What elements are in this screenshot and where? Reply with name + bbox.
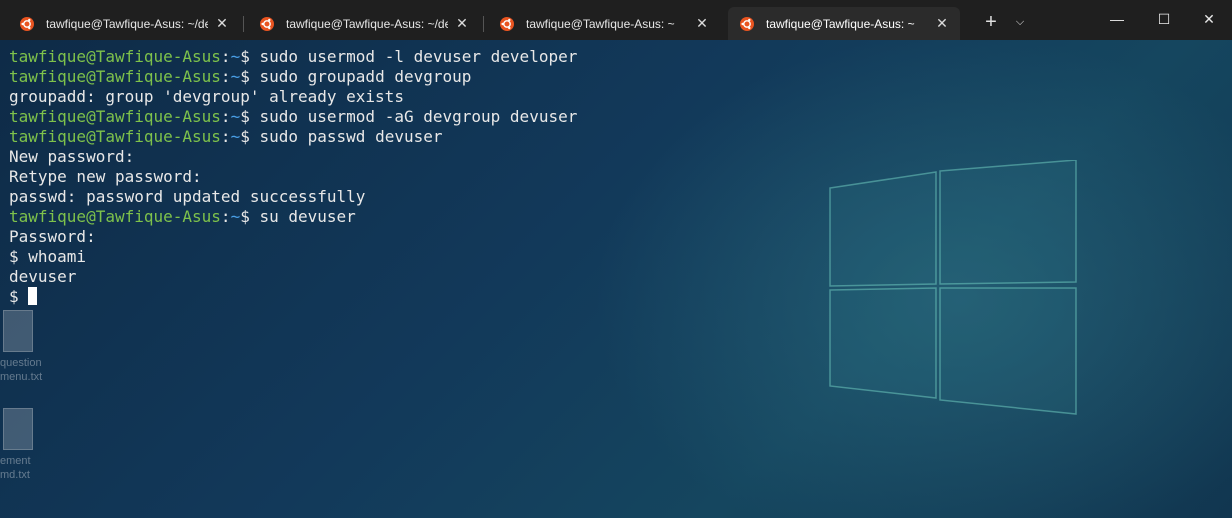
prompt-path: ~ <box>230 207 241 226</box>
terminal-output-line: Password: <box>9 227 577 247</box>
ubuntu-icon <box>260 16 274 31</box>
tab-title: tawfique@Tawfique-Asus: ~ <box>526 16 675 31</box>
terminal-output-line: groupadd: group 'devgroup' already exist… <box>9 87 577 107</box>
tab-1[interactable]: tawfique@Tawfique-Asus: ~/de ✕ <box>8 7 240 40</box>
terminal-command-line: tawfique@Tawfique-Asus:~$ sudo groupadd … <box>9 67 577 87</box>
new-tab-button[interactable]: + <box>978 10 1004 36</box>
command-text: sudo groupadd devgroup <box>259 67 472 86</box>
maximize-button[interactable]: ☐ <box>1141 0 1187 38</box>
prompt-symbol: $ <box>240 127 260 146</box>
prompt-colon: : <box>220 47 231 66</box>
tab-separator <box>483 16 484 32</box>
tab-bar: tawfique@Tawfique-Asus: ~/de ✕ tawfique@… <box>0 0 1232 40</box>
terminal-command-line: tawfique@Tawfique-Asus:~$ su devuser <box>9 207 577 227</box>
prompt-colon: : <box>220 67 231 86</box>
prompt-symbol: $ <box>240 107 260 126</box>
terminal-output-line: New password: <box>9 147 577 167</box>
prompt-colon: : <box>220 207 231 226</box>
prompt-path: ~ <box>230 47 241 66</box>
close-window-button[interactable]: ✕ <box>1186 0 1232 38</box>
prompt-symbol: $ <box>240 47 260 66</box>
text-cursor <box>28 287 38 305</box>
terminal-command-line: tawfique@Tawfique-Asus:~$ sudo usermod -… <box>9 107 577 127</box>
close-tab-icon[interactable]: ✕ <box>928 15 956 32</box>
prompt-symbol: $ <box>240 67 260 86</box>
terminal-command-line: tawfique@Tawfique-Asus:~$ sudo usermod -… <box>9 47 577 67</box>
terminal-output-line: $ <box>9 287 577 307</box>
tab-title: tawfique@Tawfique-Asus: ~/de <box>286 16 448 31</box>
tab-2[interactable]: tawfique@Tawfique-Asus: ~/de ✕ <box>248 7 480 40</box>
tab-title: tawfique@Tawfique-Asus: ~/de <box>46 16 208 31</box>
tab-title: tawfique@Tawfique-Asus: ~ <box>766 16 915 31</box>
terminal-pane[interactable]: tawfique@Tawfique-Asus:~$ sudo usermod -… <box>0 40 1232 518</box>
terminal-window: question menu.txt ement md.txt tawfique@… <box>0 0 1232 518</box>
prompt-user-host: tawfique@Tawfique-Asus <box>9 127 221 146</box>
output-text: passwd: password updated successfully <box>9 187 366 206</box>
output-text: devuser <box>9 267 77 286</box>
prompt-symbol: $ <box>240 207 260 226</box>
prompt-user-host: tawfique@Tawfique-Asus <box>9 67 221 86</box>
tab-4-active[interactable]: tawfique@Tawfique-Asus: ~ ✕ <box>728 7 960 40</box>
prompt-user-host: tawfique@Tawfique-Asus <box>9 207 221 226</box>
prompt-colon: : <box>220 127 231 146</box>
close-tab-icon[interactable]: ✕ <box>448 15 476 32</box>
output-text: $ whoami <box>9 247 87 266</box>
terminal-output-line: $ whoami <box>9 247 577 267</box>
output-text: New password: <box>9 147 135 166</box>
command-text: sudo usermod -aG devgroup devuser <box>259 107 578 126</box>
prompt-path: ~ <box>230 67 241 86</box>
tab-separator <box>243 16 244 32</box>
prompt-user-host: tawfique@Tawfique-Asus <box>9 107 221 126</box>
terminal-command-line: tawfique@Tawfique-Asus:~$ sudo passwd de… <box>9 127 577 147</box>
prompt-colon: : <box>220 107 231 126</box>
command-text: sudo passwd devuser <box>259 127 443 146</box>
terminal-output-line: passwd: password updated successfully <box>9 187 577 207</box>
tab-3[interactable]: tawfique@Tawfique-Asus: ~ ✕ <box>488 7 720 40</box>
output-text: Retype new password: <box>9 167 202 186</box>
chevron-down-icon[interactable]: ⌵ <box>1010 12 1030 32</box>
prompt-path: ~ <box>230 127 241 146</box>
minimize-button[interactable]: — <box>1094 0 1140 38</box>
command-text: su devuser <box>259 207 356 226</box>
command-text: sudo usermod -l devuser developer <box>259 47 578 66</box>
terminal-output: tawfique@Tawfique-Asus:~$ sudo usermod -… <box>9 47 577 307</box>
output-text: Password: <box>9 227 96 246</box>
ubuntu-icon <box>500 16 514 31</box>
prompt-path: ~ <box>230 107 241 126</box>
terminal-output-line: Retype new password: <box>9 167 577 187</box>
terminal-output-line: devuser <box>9 267 577 287</box>
ubuntu-icon <box>20 16 34 31</box>
ubuntu-icon <box>740 16 754 31</box>
close-tab-icon[interactable]: ✕ <box>688 15 716 32</box>
prompt-user-host: tawfique@Tawfique-Asus <box>9 47 221 66</box>
close-tab-icon[interactable]: ✕ <box>208 15 236 32</box>
output-text: $ <box>9 287 29 306</box>
output-text: groupadd: group 'devgroup' already exist… <box>9 87 404 106</box>
